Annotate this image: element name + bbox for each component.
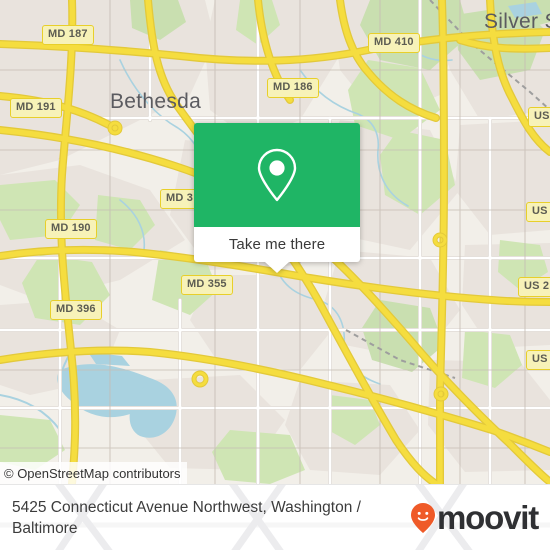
moovit-wordmark: moovit <box>437 499 539 536</box>
osm-attribution[interactable]: © OpenStreetMap contributors <box>0 462 187 484</box>
footer-bar: 5425 Connecticut Avenue Northwest, Washi… <box>0 484 550 550</box>
popup-tail <box>265 262 289 273</box>
map-viewport[interactable]: .land { fill:#f2efe9; } .resi { fill:#e9… <box>0 0 550 484</box>
location-popup-card[interactable]: Take me there <box>194 123 360 273</box>
popup-footer[interactable]: Take me there <box>194 227 360 273</box>
road-shield: MD 187 <box>42 25 94 45</box>
take-me-there-button[interactable]: Take me there <box>229 236 325 253</box>
moovit-map-screen: .land { fill:#f2efe9; } .resi { fill:#e9… <box>0 0 550 550</box>
road-shield: MD 410 <box>368 33 420 53</box>
address-label: 5425 Connecticut Avenue Northwest, Washi… <box>12 498 361 537</box>
road-shield: MD 191 <box>10 98 62 118</box>
road-shield: MD 186 <box>267 78 319 98</box>
road-shield: MD 190 <box>45 219 97 239</box>
moovit-pin-icon <box>411 502 436 533</box>
road-shield: US <box>528 107 550 127</box>
place-label: Silver Sp <box>484 10 550 33</box>
place-label: Bethesda <box>110 90 202 113</box>
popup-header <box>194 123 360 227</box>
road-shield: US <box>526 202 550 222</box>
road-shield: US <box>526 350 550 370</box>
road-shield: MD 355 <box>181 275 233 295</box>
road-shield: MD 396 <box>50 300 102 320</box>
moovit-logo[interactable]: moovit <box>410 499 539 536</box>
osm-attribution-text: © OpenStreetMap contributors <box>4 465 181 481</box>
road-shield: US 2 <box>518 277 550 297</box>
map-pin-icon <box>257 148 297 202</box>
